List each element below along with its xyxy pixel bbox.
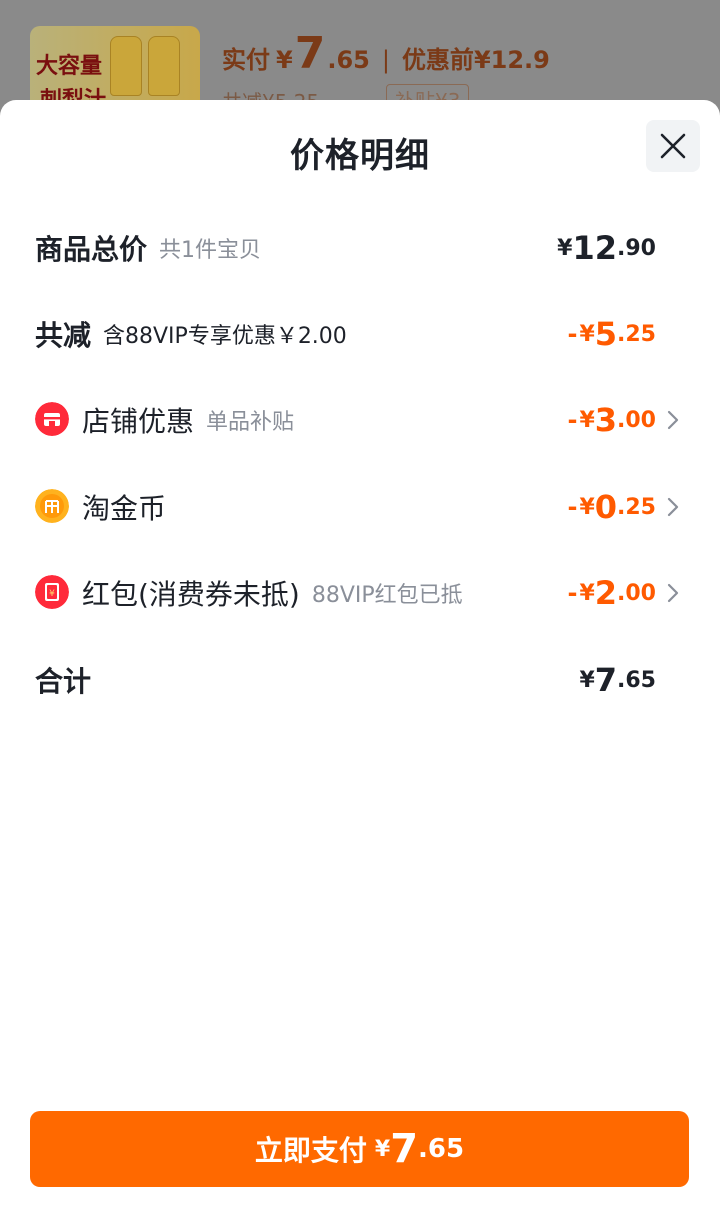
amount-int: 0 [594, 488, 618, 526]
currency-symbol: ¥ [579, 494, 595, 520]
currency-symbol: ¥ [579, 321, 595, 347]
goods-total-amount: ¥ 12 .90 [557, 218, 656, 278]
amount-dec: .65 [617, 667, 656, 693]
amount-int: 2 [594, 574, 618, 612]
currency-symbol: ¥ [579, 407, 595, 433]
row-total-discount: 共减 含88VIP专享优惠￥2.00 - ¥ 5 .25 [0, 304, 720, 364]
row-red-packet[interactable]: ¥ 红包(消费券未抵) 88VIP红包已抵 - ¥ 2 .00 [0, 563, 720, 623]
row-note: 共1件宝贝 [159, 238, 262, 263]
price-separator: | [381, 46, 390, 74]
amount-int: 12 [572, 229, 618, 267]
row-label: 店铺优惠 [82, 405, 195, 438]
pay-button-int: 7 [390, 1126, 419, 1172]
coin-icon [35, 489, 69, 523]
row-taojinbi[interactable]: 淘金币 - ¥ 0 .25 [0, 477, 720, 537]
store-discount-amount: - ¥ 3 .00 [567, 390, 656, 450]
currency-symbol: ¥ [579, 580, 595, 606]
row-note: 含88VIP专享优惠￥2.00 [103, 324, 347, 349]
row-store-discount[interactable]: 店铺优惠 单品补贴 - ¥ 3 .00 [0, 390, 720, 450]
row-label: 红包(消费券未抵) [82, 578, 300, 611]
amount-int: 3 [594, 401, 618, 439]
chevron-right-icon [667, 410, 679, 430]
row-goods-total: 商品总价 共1件宝贝 ¥ 12 .90 [0, 218, 720, 278]
row-note: 88VIP红包已抵 [311, 583, 463, 608]
amount-dec: .00 [617, 407, 656, 433]
svg-text:¥: ¥ [49, 589, 55, 599]
paid-label: 实付 [222, 46, 270, 74]
minus-sign: - [567, 579, 578, 607]
row-label: 商品总价 [35, 233, 148, 266]
background-price-line: 实付 ¥ 7 .65 | 优惠前 ¥12.9 [222, 28, 550, 79]
row-label: 淘金币 [82, 492, 167, 525]
amount-int: 5 [594, 315, 618, 353]
row-label: 共减 [35, 319, 92, 352]
chevron-right-icon [667, 497, 679, 517]
taojinbi-amount: - ¥ 0 .25 [567, 477, 656, 537]
currency-symbol: ¥ [557, 235, 573, 261]
row-note: 单品补贴 [206, 410, 295, 435]
thumb-text-1: 大容量 [36, 54, 103, 79]
amount-dec: .25 [617, 321, 656, 347]
amount-dec: .25 [617, 494, 656, 520]
currency-symbol: ¥ [579, 667, 595, 693]
original-label: 优惠前 [401, 46, 474, 74]
close-button[interactable] [646, 120, 700, 172]
amount-dec: .00 [617, 580, 656, 606]
chevron-right-icon [667, 583, 679, 603]
row-grand-total: 合计 ¥ 7 .65 [0, 650, 720, 710]
grand-total-amount: ¥ 7 .65 [579, 650, 656, 710]
red-packet-amount: - ¥ 2 .00 [567, 563, 656, 623]
paid-dec: .65 [327, 46, 370, 74]
original-price: ¥12.9 [473, 46, 550, 74]
close-icon [660, 133, 686, 159]
amount-int: 7 [594, 661, 618, 699]
price-detail-sheet: 价格明细 商品总价 共1件宝贝 ¥ 12 .90 共减 含88VIP专享优惠￥2… [0, 100, 720, 1213]
store-icon [35, 402, 69, 436]
row-label: 合计 [35, 665, 92, 698]
red-packet-icon: ¥ [35, 575, 69, 609]
paid-int: 7 [294, 28, 326, 79]
minus-sign: - [567, 493, 578, 521]
pay-button-currency: ¥ [374, 1136, 391, 1162]
pay-button-label: 立即支付 [254, 1134, 367, 1167]
pay-now-button[interactable]: 立即支付 ¥ 7 .65 [30, 1111, 689, 1187]
pay-button-dec: .65 [418, 1134, 465, 1164]
amount-dec: .90 [617, 235, 656, 261]
total-discount-amount: - ¥ 5 .25 [567, 304, 656, 364]
paid-currency: ¥ [276, 46, 293, 74]
minus-sign: - [567, 406, 578, 434]
sheet-title: 价格明细 [290, 136, 430, 176]
minus-sign: - [567, 320, 578, 348]
